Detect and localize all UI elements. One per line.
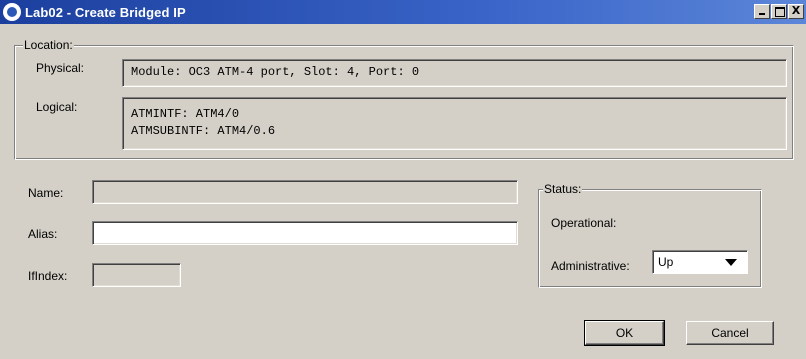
physical-label: Physical: <box>36 61 85 75</box>
ifindex-field[interactable] <box>92 263 181 287</box>
location-legend: Location: <box>23 38 74 52</box>
name-field[interactable] <box>92 180 518 204</box>
close-button[interactable]: X <box>788 4 804 19</box>
dropdown-arrow-icon[interactable] <box>725 258 737 266</box>
ifindex-label: IfIndex: <box>28 269 68 283</box>
name-label: Name: <box>28 186 64 200</box>
ok-button[interactable]: OK <box>584 320 665 346</box>
operational-label: Operational: <box>551 216 617 230</box>
physical-value: Module: OC3 ATM-4 port, Slot: 4, Port: 0 <box>122 59 787 87</box>
logical-value: ATMINTF: ATM4/0 ATMSUBINTF: ATM4/0.6 <box>122 97 787 150</box>
minimize-button[interactable] <box>754 4 770 19</box>
physical-value-text: Module: OC3 ATM-4 port, Slot: 4, Port: 0 <box>131 65 420 79</box>
administrative-label: Administrative: <box>551 259 630 273</box>
title-bar: Lab02 - Create Bridged IP X <box>0 0 806 24</box>
maximize-button[interactable] <box>771 4 787 19</box>
window-title: Lab02 - Create Bridged IP <box>25 4 186 20</box>
administrative-select-value: Up <box>658 255 674 269</box>
alias-field[interactable] <box>92 221 518 245</box>
logical-label: Logical: <box>36 100 78 114</box>
app-icon <box>3 3 21 21</box>
logical-atmsubintf: ATMSUBINTF: ATM4/0.6 <box>131 124 276 138</box>
window-controls: X <box>754 4 804 19</box>
alias-label: Alias: <box>28 227 58 241</box>
cancel-button[interactable]: Cancel <box>686 321 774 345</box>
administrative-select[interactable]: Up <box>652 250 748 274</box>
status-legend: Status: <box>543 182 583 196</box>
logical-atmintf: ATMINTF: ATM4/0 <box>131 107 240 121</box>
